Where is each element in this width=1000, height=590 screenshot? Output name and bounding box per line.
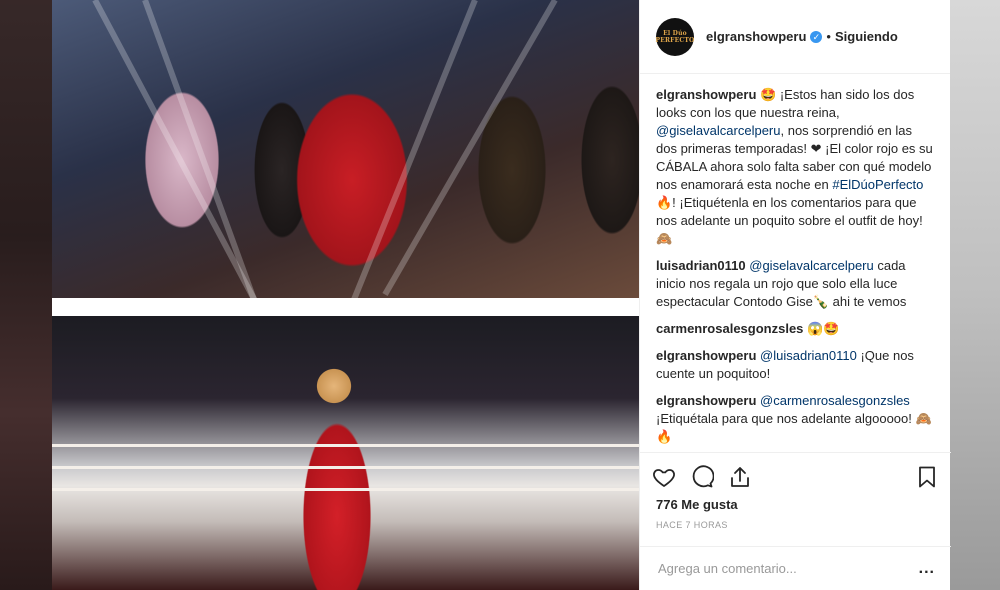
post-time: HACE 7 HORAS xyxy=(656,520,728,530)
verified-icon: ✓ xyxy=(810,30,823,43)
comment-box: ... xyxy=(640,546,951,590)
comment: elgranshowperu @luisadrian0110 ¡Que nos … xyxy=(656,347,935,383)
post-header: El Dúo PERFECTO elgranshowperu ✓ • Sigui… xyxy=(640,0,950,74)
photo-bottom-red-dress xyxy=(52,316,639,590)
comment-username[interactable]: elgranshowperu xyxy=(656,348,756,363)
comment-username[interactable]: luisadrian0110 xyxy=(656,258,746,273)
comment-input[interactable] xyxy=(656,560,900,577)
mention-link[interactable]: @carmenrosalesgonzsles xyxy=(760,393,910,408)
background-left-blur xyxy=(0,0,52,590)
post-sidebar: El Dúo PERFECTO elgranshowperu ✓ • Sigui… xyxy=(639,0,951,590)
following-button[interactable]: Siguiendo xyxy=(835,29,898,44)
bookmark-icon[interactable] xyxy=(915,465,939,489)
comment-text: 😱🤩 xyxy=(803,321,840,336)
comment: elgranshowperu @carmenrosalesgonzsles ¡E… xyxy=(656,392,935,446)
mention-link[interactable]: @luisadrian0110 xyxy=(760,348,857,363)
comment-text: ¡Etiquétala para que nos adelante algooo… xyxy=(656,411,932,444)
instagram-post: El Dúo PERFECTO elgranshowperu ✓ • Sigui… xyxy=(52,0,951,590)
separator-dot: • xyxy=(826,29,831,44)
comment: carmenrosalesgonzsles 😱🤩 xyxy=(656,320,935,338)
comment: luisadrian0110 @giselavalcarcelperu cada… xyxy=(656,257,935,311)
mention-link[interactable]: @giselavalcarcelperu xyxy=(749,258,873,273)
mention-link[interactable]: @giselavalcarcelperu xyxy=(656,123,780,138)
post-actions: 776 Me gusta HACE 7 HORAS ... xyxy=(640,452,951,590)
more-options-icon[interactable]: ... xyxy=(919,560,935,578)
share-icon[interactable] xyxy=(728,465,752,489)
comment-username[interactable]: elgranshowperu xyxy=(656,393,756,408)
heart-icon[interactable] xyxy=(652,465,676,489)
comment-text: 🔥! ¡Etiquétenla en los comentarios para … xyxy=(656,195,923,246)
comment-username[interactable]: elgranshowperu xyxy=(656,87,756,102)
action-icons xyxy=(640,453,951,495)
background-right-blur xyxy=(950,0,1000,590)
comment: elgranshowperu 🤩 ¡Estos han sido los dos… xyxy=(656,86,935,248)
mention-link[interactable]: #ElDúoPerfecto xyxy=(832,177,923,192)
photo-divider xyxy=(52,298,639,316)
comment-icon[interactable] xyxy=(690,465,714,489)
likes-count[interactable]: 776 Me gusta xyxy=(640,495,951,512)
comment-username[interactable]: carmenrosalesgonzsles xyxy=(656,321,803,336)
avatar[interactable]: El Dúo PERFECTO xyxy=(656,17,694,56)
post-media[interactable] xyxy=(52,0,639,590)
photo-top-dancers xyxy=(52,0,639,321)
header-username[interactable]: elgranshowperu xyxy=(706,29,806,44)
comments-list: elgranshowperu 🤩 ¡Estos han sido los dos… xyxy=(640,74,951,452)
